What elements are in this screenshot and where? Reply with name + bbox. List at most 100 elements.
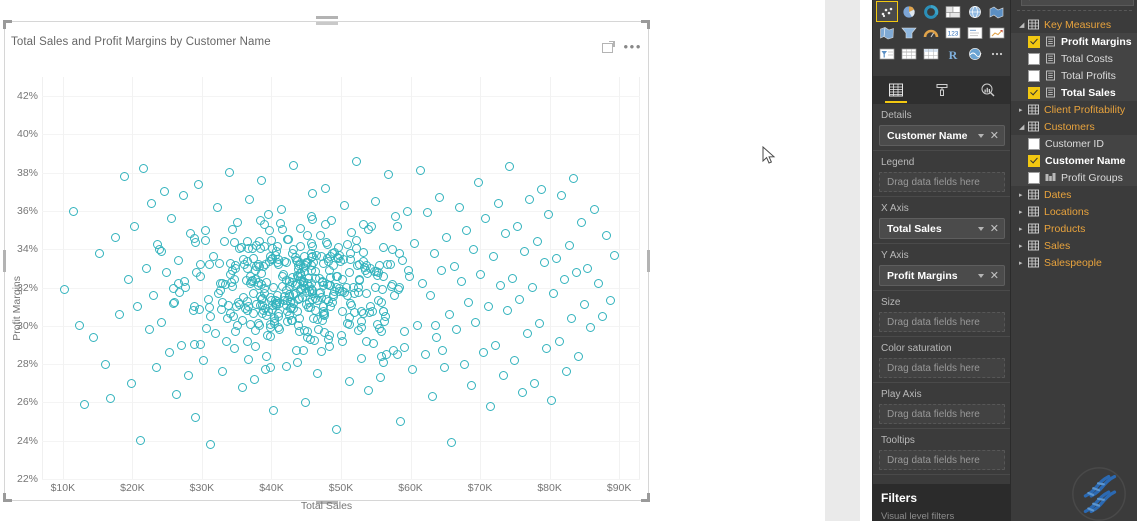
scatter-point[interactable] (464, 298, 474, 308)
scatter-point[interactable] (498, 371, 508, 381)
caret-right-icon[interactable]: ▸ (1019, 225, 1028, 233)
scatter-point[interactable] (442, 233, 452, 243)
scatter-point[interactable] (191, 413, 201, 423)
resize-handle-top-right[interactable] (641, 20, 650, 29)
scatter-point[interactable] (123, 275, 133, 285)
scatter-point[interactable] (147, 198, 157, 208)
scatter-point[interactable] (127, 378, 137, 388)
scatter-point[interactable] (451, 325, 461, 335)
scatter-point[interactable] (354, 276, 364, 286)
scatter-point[interactable] (471, 317, 481, 327)
scatter-point[interactable] (202, 324, 212, 334)
scatter-point[interactable] (495, 281, 505, 291)
scatter-point[interactable] (320, 183, 330, 193)
scatter-point[interactable] (225, 270, 235, 280)
scatter-point[interactable] (243, 236, 253, 246)
kpi-icon[interactable] (986, 22, 1008, 43)
scatter-point[interactable] (422, 208, 432, 218)
well-dropzone-tooltips[interactable]: Drag data fields here (879, 450, 1005, 470)
scatter-point[interactable] (294, 294, 304, 304)
scatter-point[interactable] (319, 309, 329, 319)
chevron-down-icon[interactable] (977, 133, 984, 138)
scatter-point[interactable] (440, 363, 450, 373)
r-script-visual-icon[interactable]: R (942, 43, 964, 64)
scatter-point[interactable] (216, 285, 226, 295)
scatter-point[interactable] (510, 355, 520, 365)
field-checkbox[interactable] (1028, 171, 1040, 184)
scatter-point[interactable] (361, 288, 371, 298)
scatter-point[interactable] (230, 344, 240, 354)
caret-down-icon[interactable]: ◢ (1019, 123, 1028, 131)
resize-handle-top[interactable] (315, 16, 338, 19)
field-checkbox[interactable] (1028, 52, 1040, 65)
gauge-icon[interactable] (920, 22, 942, 43)
scatter-point[interactable] (356, 323, 366, 333)
report-canvas[interactable]: Total Sales and Profit Margins by Custom… (0, 0, 825, 521)
scatter-point[interactable] (307, 252, 317, 261)
fields-table-salespeople[interactable]: ▸ Salespeople (1011, 254, 1137, 271)
caret-right-icon[interactable]: ▸ (1019, 191, 1028, 199)
scatter-point[interactable] (312, 369, 322, 379)
scatter-point[interactable] (283, 316, 293, 326)
chevron-down-icon[interactable] (977, 273, 984, 278)
scatter-point[interactable] (376, 373, 386, 383)
scatter-point[interactable] (195, 305, 205, 315)
scatter-point[interactable] (586, 323, 596, 333)
scatter-point[interactable] (383, 170, 393, 180)
scatter-point[interactable] (469, 244, 479, 254)
scatter-point[interactable] (542, 344, 552, 354)
scatter-point[interactable] (195, 259, 205, 269)
scatter-point[interactable] (332, 424, 342, 434)
scatter-point[interactable] (95, 248, 105, 258)
scatter-point[interactable] (215, 258, 225, 268)
scatter-point[interactable] (556, 191, 566, 201)
scatter-point[interactable] (552, 254, 562, 264)
format-tab[interactable] (919, 76, 965, 104)
scatter-point[interactable] (200, 225, 210, 235)
well-field-details[interactable]: Customer Name ✕ (879, 125, 1005, 146)
more-visuals-icon[interactable] (986, 43, 1008, 64)
field-checkbox[interactable] (1028, 154, 1040, 167)
scatter-point[interactable] (376, 326, 386, 336)
fields-table-key-measures[interactable]: ◢ Key Measures (1011, 16, 1137, 33)
scatter-point[interactable] (490, 340, 500, 350)
scatter-point[interactable] (157, 317, 167, 327)
scatter-point[interactable] (403, 206, 413, 216)
scatter-point[interactable] (566, 313, 576, 323)
scatter-point[interactable] (376, 298, 386, 308)
scatter-point[interactable] (503, 306, 513, 316)
remove-field-icon[interactable]: ✕ (990, 130, 999, 141)
scatter-point[interactable] (602, 231, 612, 241)
scatter-point[interactable] (486, 401, 495, 411)
scatter-point[interactable] (168, 298, 178, 308)
scatter-point[interactable] (527, 283, 537, 293)
scatter-point[interactable] (257, 175, 267, 185)
fields-table-customers[interactable]: ◢ Customers (1011, 118, 1137, 135)
scatter-point[interactable] (343, 239, 353, 249)
scatter-point[interactable] (205, 303, 215, 313)
scatter-point[interactable] (139, 164, 149, 174)
fields-item-total-sales[interactable]: Total Sales (1011, 84, 1137, 101)
multi-row-card-icon[interactable] (964, 22, 986, 43)
scatter-point[interactable] (582, 263, 592, 273)
scatter-point[interactable] (132, 302, 142, 312)
scatter-point[interactable] (537, 185, 547, 195)
caret-right-icon[interactable]: ▸ (1019, 259, 1028, 267)
scatter-point[interactable] (474, 177, 484, 187)
scatter-point[interactable] (342, 290, 352, 300)
scatter-point[interactable] (488, 252, 498, 262)
scatter-point[interactable] (544, 210, 554, 220)
well-dropzone-size[interactable]: Drag data fields here (879, 312, 1005, 332)
scatter-point[interactable] (382, 259, 392, 269)
well-dropzone-play-axis[interactable]: Drag data fields here (879, 404, 1005, 424)
field-wells[interactable]: Details Customer Name ✕ Legend Drag data fie… (873, 104, 1011, 484)
fields-table-dates[interactable]: ▸ Dates (1011, 186, 1137, 203)
scatter-point[interactable] (346, 227, 356, 237)
analytics-tab[interactable] (965, 76, 1011, 104)
scatter-point[interactable] (250, 341, 260, 351)
scatter-point[interactable] (430, 320, 440, 330)
scatter-point[interactable] (255, 291, 265, 301)
scatter-point[interactable] (481, 214, 491, 224)
scatter-point[interactable] (200, 236, 210, 246)
scatter-point[interactable] (225, 168, 235, 178)
